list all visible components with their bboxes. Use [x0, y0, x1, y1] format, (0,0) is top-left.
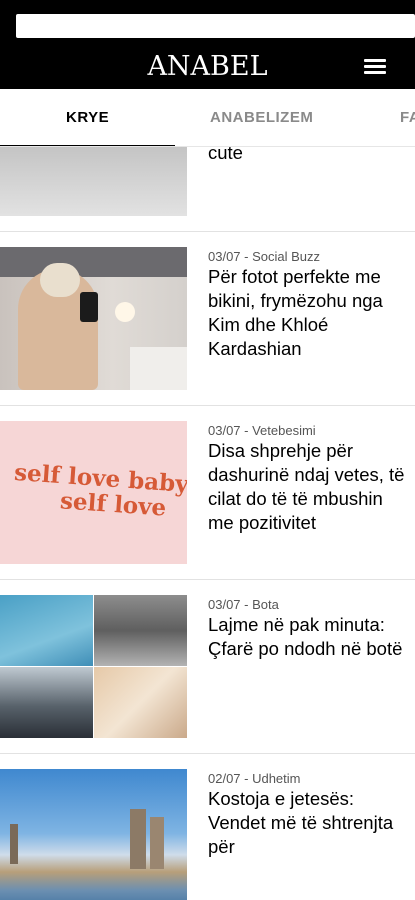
- article-title[interactable]: Lajme në pak minuta: Çfarë po ndodh në b…: [208, 613, 408, 661]
- article-feed: cute 03/07 - Social Buzz Për fotot perfe…: [0, 147, 415, 900]
- article-title[interactable]: Disa shprehje për dashurinë ndaj vetes, …: [208, 439, 408, 535]
- tab-anabelizem[interactable]: ANABELIZEM: [210, 109, 313, 126]
- article-thumbnail[interactable]: [0, 147, 187, 216]
- category-tabs: KRYE ANABELIZEM FA: [0, 89, 415, 147]
- article-thumbnail[interactable]: [0, 247, 187, 390]
- article-thumbnail[interactable]: [0, 769, 187, 900]
- article-title[interactable]: Për fotot perfekte me bikini, frymëzohu …: [208, 265, 408, 361]
- article-meta: 02/07 - Udhetim: [208, 771, 301, 786]
- tab-krye[interactable]: KRYE: [66, 109, 109, 126]
- address-bar[interactable]: [16, 14, 415, 38]
- article-meta: 03/07 - Social Buzz: [208, 249, 321, 264]
- article-title[interactable]: Kostoja e jetesës: Vendet më të shtrenjt…: [208, 787, 408, 859]
- divider: [0, 579, 415, 580]
- tab-fa[interactable]: FA: [400, 109, 415, 126]
- article-thumbnail[interactable]: [0, 595, 187, 738]
- article-meta: 03/07 - Vetebesimi: [208, 423, 316, 438]
- article-thumbnail[interactable]: self love baby self love: [0, 421, 187, 564]
- divider: [0, 405, 415, 406]
- article-meta: 03/07 - Bota: [208, 597, 279, 612]
- divider: [0, 753, 415, 754]
- divider: [0, 231, 415, 232]
- app-header: ANABEL: [0, 0, 415, 89]
- site-logo[interactable]: ANABEL: [0, 50, 415, 84]
- hamburger-menu-icon[interactable]: [364, 57, 388, 77]
- article-title[interactable]: cute: [208, 147, 408, 165]
